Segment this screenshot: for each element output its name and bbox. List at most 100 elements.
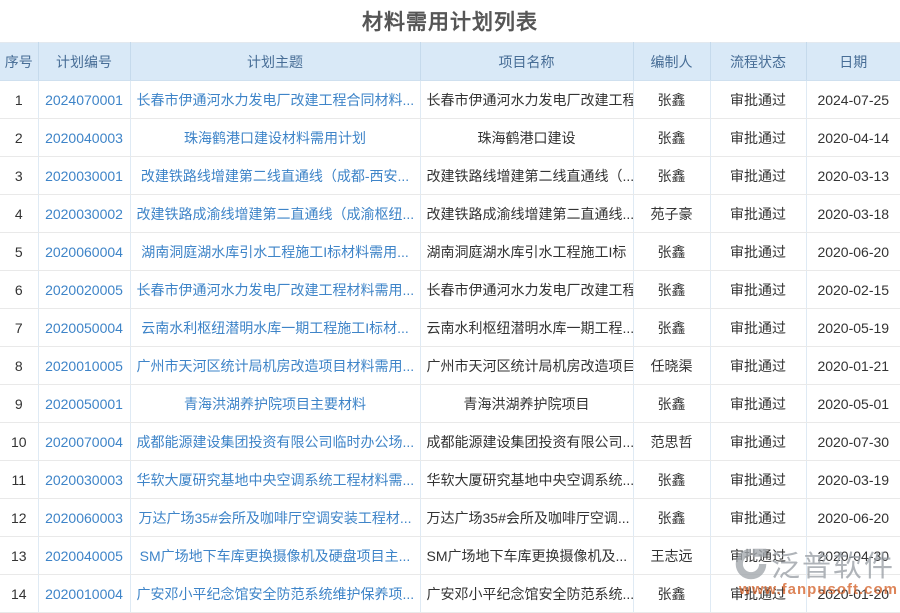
plan-no-link[interactable]: 2020050004: [45, 320, 123, 336]
subject-link[interactable]: 成都能源建设集团投资有限公司临时办公场...: [130, 423, 420, 461]
plan-no-link[interactable]: 2020060003: [38, 499, 130, 537]
serial-cell: 6: [0, 271, 38, 309]
column-header-status: 流程状态: [710, 43, 806, 81]
project-name-cell: 云南水利枢纽潜明水库一期工程...: [420, 309, 633, 347]
plan-no-link[interactable]: 2020060004: [38, 233, 130, 271]
plan-no-link[interactable]: 2020030001: [45, 168, 123, 184]
subject-link[interactable]: 改建铁路线增建第二线直通线（成都-西安...: [130, 157, 420, 195]
date-cell: 2020-05-01: [806, 385, 900, 423]
creator-cell: 任晓渠: [633, 347, 710, 385]
subject-link[interactable]: 长春市伊通河水力发电厂改建工程合同材料...: [137, 92, 415, 108]
plan-no-link[interactable]: 2020070004: [38, 423, 130, 461]
date-cell: 2020-04-14: [806, 119, 900, 157]
table-row: 1 2024070001 长春市伊通河水力发电厂改建工程合同材料... 长春市伊通河水…: [0, 81, 900, 119]
subject-link[interactable]: 云南水利枢纽潜明水库一期工程施工I标材...: [141, 320, 409, 336]
plan-no-link[interactable]: 2020070004: [45, 434, 123, 450]
plan-no-link[interactable]: 2020040005: [45, 548, 123, 564]
plan-no-link[interactable]: 2020010005: [45, 358, 123, 374]
plan-no-link[interactable]: 2020030001: [38, 157, 130, 195]
subject-link[interactable]: 广安邓小平纪念馆安全防范系统维护保养项...: [137, 586, 415, 602]
plan-no-link[interactable]: 2020050001: [38, 385, 130, 423]
subject-link[interactable]: 青海洪湖养护院项目主要材料: [184, 396, 366, 412]
project-name-cell: 广安邓小平纪念馆安全防范系统...: [420, 575, 633, 613]
table-row: 102020070004成都能源建设集团投资有限公司临时办公场...成都能源建设…: [0, 423, 900, 461]
plan-no-link[interactable]: 2020040003: [38, 119, 130, 157]
table-row: 12 2020060003 万达广场35#会所及咖啡厅空调安装工程材... 万达广场3…: [0, 499, 900, 537]
project-name-cell: 华软大厦研究基地中央空调系统...: [420, 461, 633, 499]
creator-cell: 张鑫: [633, 461, 710, 499]
subject-link[interactable]: SM广场地下车库更换摄像机及硬盘项目主...: [130, 537, 420, 575]
project-name-cell: 长春市伊通河水力发电厂改建工程: [420, 81, 633, 119]
creator-cell: 张鑫: [633, 81, 710, 119]
date-cell: 2020-01-21: [806, 347, 900, 385]
date-cell: 2020-05-19: [806, 309, 900, 347]
table-row: 42020030002改建铁路成渝线增建第二直通线（成渝枢纽...改建铁路成渝线…: [0, 195, 900, 233]
subject-link[interactable]: 改建铁路成渝线增建第二直通线（成渝枢纽...: [137, 206, 415, 222]
status-cell: 审批通过: [710, 385, 806, 423]
creator-cell: 王志远: [633, 537, 710, 575]
subject-link[interactable]: 长春市伊通河水力发电厂改建工程材料需用...: [137, 282, 415, 298]
subject-link[interactable]: 珠海鹤港口建设材料需用计划: [130, 119, 420, 157]
creator-cell: 范思哲: [633, 423, 710, 461]
plan-no-link[interactable]: 2024070001: [45, 92, 123, 108]
subject-link[interactable]: 广安邓小平纪念馆安全防范系统维护保养项...: [130, 575, 420, 613]
creator-cell: 张鑫: [633, 271, 710, 309]
plan-no-link[interactable]: 2020020005: [38, 271, 130, 309]
status-cell: 审批通过: [710, 81, 806, 119]
subject-link[interactable]: 湖南洞庭湖水库引水工程施工I标材料需用...: [141, 244, 409, 260]
serial-cell: 7: [0, 309, 38, 347]
project-name-cell: 青海洪湖养护院项目: [420, 385, 633, 423]
subject-link[interactable]: 改建铁路成渝线增建第二直通线（成渝枢纽...: [130, 195, 420, 233]
creator-cell: 张鑫: [633, 499, 710, 537]
subject-link[interactable]: 华软大厦研究基地中央空调系统工程材料需...: [137, 472, 415, 488]
plan-no-link[interactable]: 2024070001: [38, 81, 130, 119]
plan-no-link[interactable]: 2020050004: [38, 309, 130, 347]
plan-no-link[interactable]: 2020010005: [38, 347, 130, 385]
subject-link[interactable]: 珠海鹤港口建设材料需用计划: [184, 130, 366, 146]
plan-no-link[interactable]: 2020030002: [45, 206, 123, 222]
plan-no-link[interactable]: 2020040005: [38, 537, 130, 575]
serial-cell: 11: [0, 461, 38, 499]
plan-no-link[interactable]: 2020030003: [45, 472, 123, 488]
table-header-row: 序号计划编号计划主题项目名称编制人流程状态日期: [0, 43, 900, 81]
plan-no-link[interactable]: 2020060004: [45, 244, 123, 260]
subject-link[interactable]: 华软大厦研究基地中央空调系统工程材料需...: [130, 461, 420, 499]
plan-no-link[interactable]: 2020060003: [45, 510, 123, 526]
table-row: 32020030001改建铁路线增建第二线直通线（成都-西安...改建铁路线增建…: [0, 157, 900, 195]
subject-link[interactable]: SM广场地下车库更换摄像机及硬盘项目主...: [140, 548, 411, 564]
status-cell: 审批通过: [710, 499, 806, 537]
table-row: 82020010005广州市天河区统计局机房改造项目材料需用...广州市天河区统…: [0, 347, 900, 385]
table-body: 1 2024070001 长春市伊通河水力发电厂改建工程合同材料... 长春市伊通河水…: [0, 81, 900, 613]
subject-link[interactable]: 云南水利枢纽潜明水库一期工程施工I标材...: [130, 309, 420, 347]
serial-cell: 1: [0, 81, 38, 119]
subject-link[interactable]: 广州市天河区统计局机房改造项目材料需用...: [137, 358, 415, 374]
serial-cell: 2: [0, 119, 38, 157]
subject-link[interactable]: 长春市伊通河水力发电厂改建工程合同材料...: [130, 81, 420, 119]
subject-link[interactable]: 湖南洞庭湖水库引水工程施工I标材料需用...: [130, 233, 420, 271]
plan-no-link[interactable]: 2020010004: [45, 586, 123, 602]
date-cell: 2024-07-25: [806, 81, 900, 119]
subject-link[interactable]: 改建铁路线增建第二线直通线（成都-西安...: [141, 168, 409, 184]
subject-link[interactable]: 成都能源建设集团投资有限公司临时办公场...: [137, 434, 415, 450]
project-name-cell: SM广场地下车库更换摄像机及...: [420, 537, 633, 575]
subject-link[interactable]: 万达广场35#会所及咖啡厅空调安装工程材...: [130, 499, 420, 537]
creator-cell: 苑子豪: [633, 195, 710, 233]
plan-no-link[interactable]: 2020010004: [38, 575, 130, 613]
serial-cell: 12: [0, 499, 38, 537]
plan-no-link[interactable]: 2020030002: [38, 195, 130, 233]
plan-no-link[interactable]: 2020040003: [45, 130, 123, 146]
subject-link[interactable]: 万达广场35#会所及咖啡厅空调安装工程材...: [138, 510, 411, 526]
date-cell: 2020-06-20: [806, 499, 900, 537]
subject-link[interactable]: 长春市伊通河水力发电厂改建工程材料需用...: [130, 271, 420, 309]
status-cell: 审批通过: [710, 157, 806, 195]
plan-no-link[interactable]: 2020020005: [45, 282, 123, 298]
status-cell: 审批通过: [710, 423, 806, 461]
project-name-cell: 广州市天河区统计局机房改造项目: [420, 347, 633, 385]
plan-no-link[interactable]: 2020050001: [45, 396, 123, 412]
serial-cell: 3: [0, 157, 38, 195]
subject-link[interactable]: 广州市天河区统计局机房改造项目材料需用...: [130, 347, 420, 385]
subject-link[interactable]: 青海洪湖养护院项目主要材料: [130, 385, 420, 423]
plan-no-link[interactable]: 2020030003: [38, 461, 130, 499]
project-name-cell: 万达广场35#会所及咖啡厅空调...: [420, 499, 633, 537]
serial-cell: 4: [0, 195, 38, 233]
